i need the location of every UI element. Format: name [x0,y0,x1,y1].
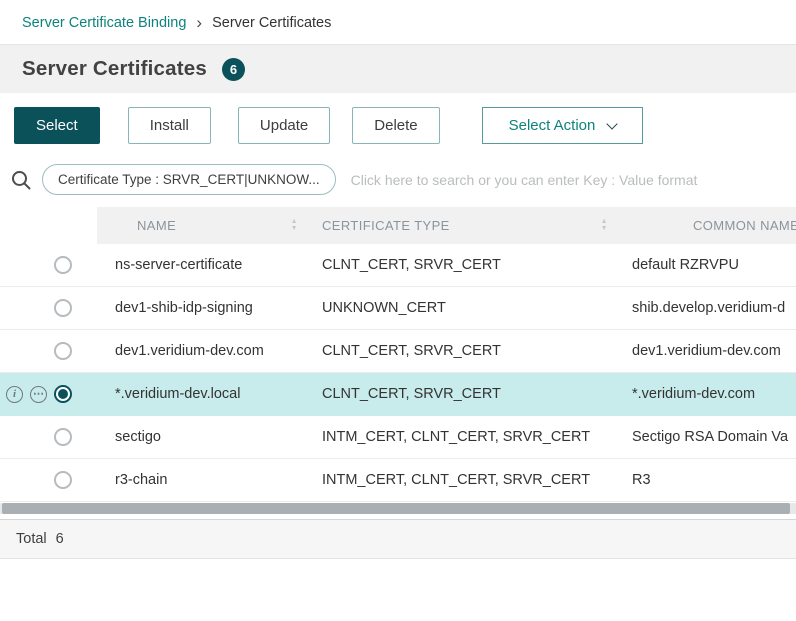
row-radio[interactable] [54,471,72,489]
page-header: Server Certificates 6 [0,45,796,93]
select-action-label: Select Action [509,117,596,134]
cert-name: sectigo [97,416,307,458]
breadcrumb-parent-link[interactable]: Server Certificate Binding [22,15,186,31]
column-header-certificate-type[interactable]: CERTIFICATE TYPE ▲ ▼ [307,207,617,244]
breadcrumb: Server Certificate Binding › Server Cert… [0,0,796,45]
sort-icon: ▲ ▼ [601,219,608,232]
select-action-dropdown[interactable]: Select Action [482,107,644,144]
table-header: NAME ▲ ▼ CERTIFICATE TYPE ▲ ▼ COMMON NAM… [0,207,796,244]
table-footer: Total 6 [0,519,796,559]
common-name: *.veridium-dev.com [617,373,796,415]
table-row[interactable]: i ⋯ dev1.veridium-dev.com CLNT_CERT, SRV… [0,330,796,373]
row-radio[interactable] [54,385,72,403]
scrollbar-thumb[interactable] [2,503,790,514]
install-button[interactable]: Install [128,107,211,144]
common-name: Sectigo RSA Domain Va [617,416,796,458]
total-label: Total [16,531,47,547]
table-row[interactable]: i ⋯ dev1-shib-idp-signing UNKNOWN_CERT s… [0,287,796,330]
chevron-down-icon [607,118,618,129]
search-icon[interactable] [10,169,32,191]
count-badge: 6 [222,58,245,81]
cert-name: dev1-shib-idp-signing [97,287,307,329]
row-radio[interactable] [54,342,72,360]
table-row[interactable]: i ⋯ ns-server-certificate CLNT_CERT, SRV… [0,244,796,287]
total-value: 6 [56,531,64,547]
table-row[interactable]: i ⋯ r3-chain INTM_CERT, CLNT_CERT, SRVR_… [0,459,796,502]
page-title: Server Certificates [22,57,207,81]
row-radio[interactable] [54,428,72,446]
common-name: default RZRVPU [617,244,796,286]
search-input[interactable] [349,171,784,189]
cert-type: CLNT_CERT, SRVR_CERT [307,373,617,415]
breadcrumb-current: Server Certificates [212,15,331,31]
info-icon[interactable]: i [6,386,23,403]
row-selection-cell: i ⋯ [0,416,97,458]
cert-type: INTM_CERT, CLNT_CERT, SRVR_CERT [307,416,617,458]
cert-type: CLNT_CERT, SRVR_CERT [307,244,617,286]
row-selection-cell: i ⋯ [0,244,97,286]
common-name: dev1.veridium-dev.com [617,330,796,372]
column-header-common-name[interactable]: COMMON NAME [617,207,796,244]
row-radio[interactable] [54,299,72,317]
horizontal-scrollbar [0,503,796,514]
row-selection-cell: i ⋯ [0,287,97,329]
more-actions-icon[interactable]: ⋯ [30,386,47,403]
sort-icon: ▲ ▼ [291,219,298,232]
filter-chip[interactable]: Certificate Type : SRVR_CERT|UNKNOW... [42,164,336,195]
cert-type: UNKNOWN_CERT [307,287,617,329]
search-bar: Certificate Type : SRVR_CERT|UNKNOW... [0,154,796,207]
common-name: R3 [617,459,796,501]
common-name: shib.develop.veridium-d [617,287,796,329]
row-hover-icons: i ⋯ [6,386,47,403]
row-selection-cell: i ⋯ [0,373,97,415]
update-button[interactable]: Update [238,107,330,144]
cert-name: r3-chain [97,459,307,501]
cert-name: *.veridium-dev.local [97,373,307,415]
row-selection-cell: i ⋯ [0,459,97,501]
table-row[interactable]: i ⋯ *.veridium-dev.local CLNT_CERT, SRVR… [0,373,796,416]
table-body: i ⋯ ns-server-certificate CLNT_CERT, SRV… [0,244,796,502]
cert-name: dev1.veridium-dev.com [97,330,307,372]
table-row[interactable]: i ⋯ sectigo INTM_CERT, CLNT_CERT, SRVR_C… [0,416,796,459]
row-selection-cell: i ⋯ [0,330,97,372]
selection-column-header [0,207,97,244]
toolbar: Select Install Update Delete Select Acti… [0,93,796,154]
cert-type: CLNT_CERT, SRVR_CERT [307,330,617,372]
row-radio[interactable] [54,256,72,274]
cert-type: INTM_CERT, CLNT_CERT, SRVR_CERT [307,459,617,501]
column-header-name[interactable]: NAME ▲ ▼ [97,207,307,244]
delete-button[interactable]: Delete [352,107,439,144]
cert-name: ns-server-certificate [97,244,307,286]
select-button[interactable]: Select [14,107,100,144]
breadcrumb-separator: › [196,14,202,31]
